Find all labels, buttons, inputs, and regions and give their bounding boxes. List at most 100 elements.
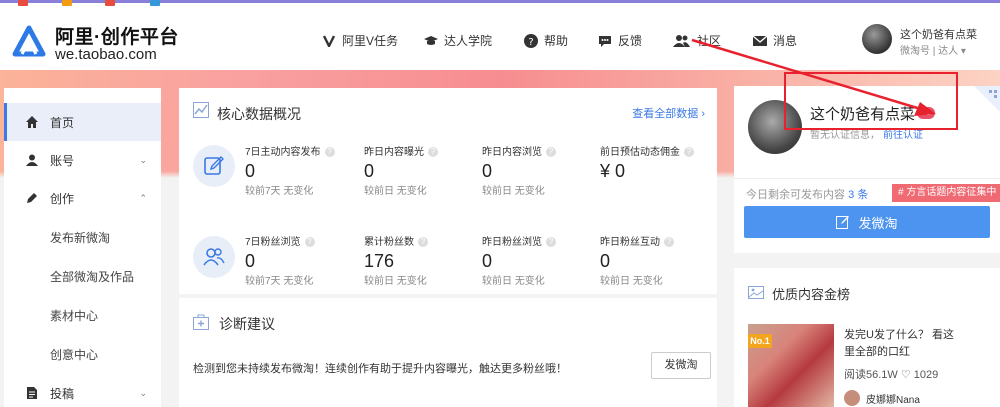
logo-title[interactable]: 阿里·创作平台 [55, 22, 179, 49]
help-icon: ? [324, 147, 335, 157]
stat-7day-fan-views: 7日粉丝浏览? 0 较前7天 无变化 [245, 233, 363, 287]
nav-v-task[interactable]: 阿里V任务 [322, 32, 398, 49]
stat-compare: 较前7天 无变化 [245, 276, 314, 287]
gold-item-stats: 阅读56.1W ♡ 1029 [844, 369, 939, 381]
sidebar-item-label: 全部微淘及作品 [50, 269, 135, 284]
help-icon: ? [428, 147, 438, 157]
avatar[interactable] [862, 24, 892, 54]
stat-value: 176 [364, 251, 395, 271]
nav-messages[interactable]: 消息 [753, 32, 797, 49]
help-icon: ? [664, 237, 674, 247]
diagnosis-publish-button[interactable]: 发微淘 [651, 352, 711, 379]
nav-community[interactable]: 社区 [673, 32, 721, 49]
chevron-down-icon: ⌄ [139, 154, 147, 165]
stat-value: 0 [482, 251, 493, 271]
qr-corner-icon[interactable] [974, 86, 1000, 112]
sidebar-item-materials[interactable]: 素材中心 [4, 296, 161, 334]
stat-value: 0 [245, 161, 256, 181]
diagnosis-title: 诊断建议 [219, 316, 275, 332]
stat-compare: 较前日 无变化 [364, 186, 427, 197]
stat-yesterday-fan-interaction: 昨日粉丝互动? 0 较前日 无变化 [600, 233, 718, 287]
logo-icon[interactable] [12, 24, 46, 58]
edit-icon [836, 216, 850, 229]
image-icon [748, 286, 764, 299]
community-icon [673, 34, 691, 48]
sidebar-item-submit[interactable]: 投稿 ⌄ [4, 374, 161, 407]
gold-item-author[interactable]: 皮娜娜Nana [844, 390, 920, 406]
stat-compare: 较前日 无变化 [482, 186, 545, 197]
user-role[interactable]: 微淘号 | 达人 ▾ [900, 42, 966, 57]
gold-item-title-1[interactable]: 发完U发了什么？ 看这 [844, 326, 954, 342]
mail-icon [753, 34, 767, 48]
author-avatar [844, 390, 860, 406]
logo-url: we.taobao.com [55, 46, 157, 63]
fans-stat-icon [193, 236, 235, 278]
stat-7day-posts: 7日主动内容发布? 0 较前7天 无变化 [245, 143, 363, 197]
sidebar: 首页 账号 ⌄ 创作 ⌃ 发布新微淘 全部微淘及作品 素材中心 创意中心 投稿 … [4, 88, 161, 407]
top-header: 阿里·创作平台 we.taobao.com 阿里V任务 达人学院 ? 帮助 反馈… [0, 6, 1000, 70]
help-icon: ? [684, 147, 694, 157]
rank-badge: No.1 [748, 334, 772, 348]
publish-weitao-button[interactable]: 发微淘 [744, 206, 990, 238]
edit-stat-icon [193, 145, 235, 187]
core-data-card: 核心数据概况 查看全部数据 › 7日主动内容发布? 0 较前7天 无变化 昨日内… [179, 88, 717, 294]
stat-value: 0 [364, 161, 375, 181]
nav-feedback[interactable]: 反馈 [598, 32, 642, 49]
gold-list-card: 优质内容金榜 No.1 发完U发了什么？ 看这 里全部的口红 阅读56.1W ♡… [734, 268, 1000, 407]
user-name: 这个奶爸有点菜 [900, 29, 977, 41]
chevron-down-icon: ⌄ [139, 387, 147, 398]
help-icon: ? [546, 237, 556, 247]
stat-value: 0 [482, 161, 493, 181]
stat-compare: 较前日 无变化 [482, 276, 545, 287]
card-title: 核心数据概况 [217, 106, 301, 122]
home-icon [26, 116, 38, 128]
nav-label: 反馈 [618, 34, 643, 48]
medical-kit-icon [193, 314, 209, 330]
nav-academy[interactable]: 达人学院 [424, 32, 492, 49]
gold-item-title-2[interactable]: 里全部的口红 [844, 343, 910, 359]
sidebar-item-label: 首页 [50, 115, 75, 130]
help-icon: ? [546, 147, 556, 157]
svg-text:?: ? [528, 37, 533, 48]
topic-tag[interactable]: # 方言话题内容征集中 [892, 184, 1000, 202]
stat-value: 0 [245, 251, 256, 271]
nav-label: 社区 [697, 34, 722, 48]
chevron-up-icon: ⌃ [139, 192, 147, 203]
sidebar-item-publish-new[interactable]: 发布新微淘 [4, 218, 161, 256]
nav-label: 帮助 [544, 34, 569, 48]
diagnosis-card: 诊断建议 检测到您未持续发布微淘！连续创作有助于提升内容曝光，触达更多粉丝哦！ … [179, 298, 717, 407]
go-auth-link[interactable]: 前往认证 [883, 130, 923, 141]
graduation-cap-icon [424, 34, 438, 48]
v-icon [322, 34, 336, 48]
nav-label: 阿里V任务 [342, 34, 399, 48]
sidebar-item-all-works[interactable]: 全部微淘及作品 [4, 257, 161, 295]
publish-button-label: 发微淘 [858, 215, 898, 231]
sidebar-item-label: 发布新微淘 [50, 230, 111, 245]
pencil-icon [27, 193, 37, 203]
sidebar-item-create[interactable]: 创作 ⌃ [4, 179, 161, 217]
sidebar-item-home[interactable]: 首页 [4, 103, 161, 141]
view-all-data-link[interactable]: 查看全部数据 › [632, 105, 705, 121]
nav-label: 消息 [773, 34, 798, 48]
sidebar-item-account[interactable]: 账号 ⌄ [4, 141, 161, 179]
stat-yesterday-fan-views: 昨日粉丝浏览? 0 较前日 无变化 [482, 233, 600, 287]
user-icon [26, 154, 38, 166]
sidebar-item-ideas[interactable]: 创意中心 [4, 335, 161, 373]
stat-value: 0 [600, 251, 611, 271]
divider [734, 178, 1000, 179]
nav-label: 达人学院 [444, 34, 493, 48]
help-icon: ? [418, 237, 428, 247]
stat-compare: 较前7天 无变化 [245, 186, 314, 197]
stat-value: ¥ 0 [600, 161, 626, 181]
stat-compare: 较前日 无变化 [364, 276, 427, 287]
annotation-highlight-box [784, 72, 958, 130]
chart-icon [193, 102, 209, 118]
remaining-posts: 今日剩余可发布内容 3 条 [746, 189, 869, 201]
nav-help[interactable]: ? 帮助 [524, 32, 568, 49]
sidebar-item-label: 账号 [50, 153, 75, 168]
stat-compare: 较前日 无变化 [600, 276, 663, 287]
sidebar-item-label: 创作 [50, 191, 75, 206]
stat-yesterday-views: 昨日内容浏览? 0 较前日 无变化 [482, 143, 600, 197]
help-icon: ? [524, 33, 538, 48]
document-icon [27, 387, 37, 399]
